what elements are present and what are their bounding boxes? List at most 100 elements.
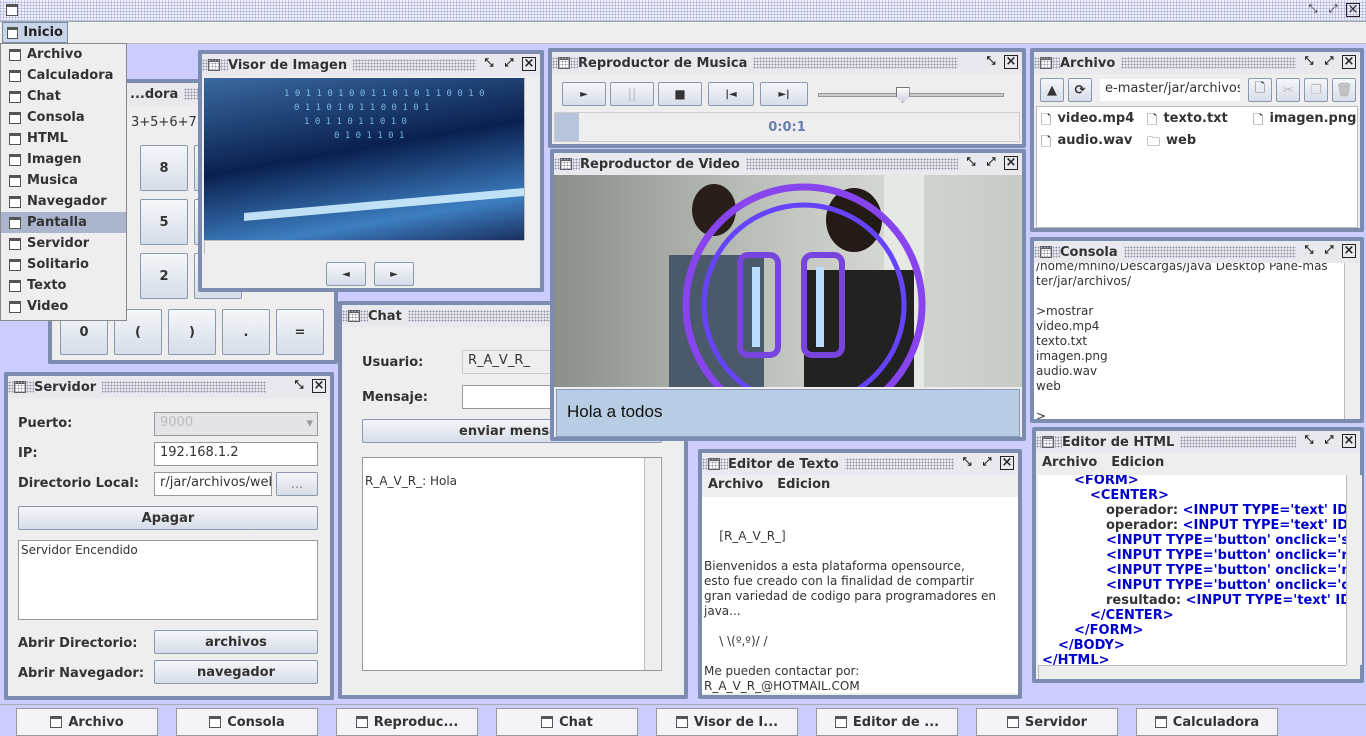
volume-slider[interactable] xyxy=(818,87,1004,103)
folder-up-icon[interactable]: ▲ xyxy=(1040,78,1064,102)
desktop-close-icon[interactable]: × xyxy=(1346,3,1360,17)
chat-log[interactable]: R_A_V_R_: Hola xyxy=(362,457,662,671)
menu-item-solitario[interactable]: Solitario xyxy=(1,254,126,275)
desktop-maximize-icon[interactable]: ⤢ xyxy=(1326,3,1340,17)
volume-thumb[interactable] xyxy=(895,87,910,103)
menu-archivo[interactable]: Archivo xyxy=(1042,455,1097,470)
browse-button[interactable]: ... xyxy=(276,472,318,496)
menu-item-html[interactable]: HTML xyxy=(1,128,126,149)
menu-item-musica[interactable]: Musica xyxy=(1,170,126,191)
dir-field[interactable]: r/jar/archivos/web/ xyxy=(154,472,272,496)
menu-item-archivo[interactable]: Archivo xyxy=(1,44,126,65)
calc-key[interactable]: . xyxy=(222,309,270,355)
console-scrollbar[interactable] xyxy=(1344,263,1360,419)
close-icon[interactable]: × xyxy=(1004,55,1018,69)
menu-item-texto[interactable]: Texto xyxy=(1,275,126,296)
menu-archivo[interactable]: Archivo xyxy=(708,477,763,492)
taskbar-label: Consola xyxy=(227,714,285,730)
console-output[interactable]: /home/mnino/Descargas/Java Desktop Pane-… xyxy=(1034,263,1344,419)
play-button[interactable]: ► xyxy=(562,82,606,106)
stop-button[interactable]: ■ xyxy=(658,82,702,106)
minimize-icon[interactable]: ⤡ xyxy=(964,156,978,170)
menu-item-video[interactable]: Video xyxy=(1,296,126,317)
taskbar-label: Visor de I... xyxy=(693,714,779,730)
file-item[interactable]: 🗀 web xyxy=(1147,133,1196,155)
close-icon[interactable]: × xyxy=(1342,434,1356,448)
maximize-icon[interactable]: ⤢ xyxy=(984,156,998,170)
taskbar-button[interactable]: Editor de ... xyxy=(816,708,958,736)
calc-key[interactable]: 8 xyxy=(140,145,188,191)
copy-icon[interactable]: ❐ xyxy=(1304,78,1328,102)
taskbar-button[interactable]: Visor de I... xyxy=(656,708,798,736)
maximize-icon[interactable]: ⤢ xyxy=(1322,55,1336,69)
close-icon[interactable]: × xyxy=(1342,55,1356,69)
taskbar-button[interactable]: Reproduc... xyxy=(336,708,478,736)
calc-key[interactable]: 5 xyxy=(140,199,188,245)
close-icon[interactable]: × xyxy=(1004,156,1018,170)
delete-icon[interactable]: 🗑 xyxy=(1332,78,1356,102)
taskbar-button[interactable]: Consola xyxy=(176,708,318,736)
taskbar-button[interactable]: Archivo xyxy=(16,708,158,736)
maximize-icon[interactable]: ⤢ xyxy=(502,57,516,71)
minimize-icon[interactable]: ⤡ xyxy=(1302,55,1316,69)
desktop-minimize-icon[interactable]: ⤡ xyxy=(1306,3,1320,17)
minimize-icon[interactable]: ⤡ xyxy=(960,456,974,470)
visor-next-button[interactable]: ► xyxy=(374,262,414,286)
close-icon[interactable]: × xyxy=(312,379,326,393)
maximize-icon[interactable]: ⤢ xyxy=(980,456,994,470)
new-file-icon[interactable]: 🗋 xyxy=(1248,78,1272,102)
minimize-icon[interactable]: ⤡ xyxy=(482,57,496,71)
calc-key[interactable]: ) xyxy=(168,309,216,355)
ip-field[interactable]: 192.168.1.2 xyxy=(154,442,318,466)
menu-edicion[interactable]: Edicion xyxy=(1111,455,1164,470)
visor-horizontal-scrollbar[interactable] xyxy=(204,240,524,254)
next-button[interactable]: ►| xyxy=(760,82,808,106)
menu-item-navegador[interactable]: Navegador xyxy=(1,191,126,212)
apagar-button[interactable]: Apagar xyxy=(18,506,318,530)
cut-icon[interactable]: ✂ xyxy=(1276,78,1300,102)
file-item[interactable]: 🗋 texto.txt xyxy=(1147,111,1228,133)
refresh-icon[interactable]: ⟳ xyxy=(1068,78,1092,102)
file-item[interactable]: 🗋 video.mp4 xyxy=(1041,111,1134,133)
close-icon[interactable]: × xyxy=(522,57,536,71)
file-item[interactable]: 🗋 imagen.png xyxy=(1253,111,1356,133)
chat-scrollbar[interactable] xyxy=(644,458,660,670)
menu-item-calculadora[interactable]: Calculadora xyxy=(1,65,126,86)
menu-item-consola[interactable]: Consola xyxy=(1,107,126,128)
abrir-navegador-button[interactable]: navegador xyxy=(154,660,318,684)
text-area[interactable]: [R_A_V_R_] Bienvenidos a esta plataforma… xyxy=(702,497,1018,693)
file-icon: 🗋 xyxy=(1147,113,1158,128)
menu-item-pantalla[interactable]: Pantalla xyxy=(1,212,126,233)
server-log[interactable]: Servidor Encendido xyxy=(18,540,318,620)
menu-inicio[interactable]: Inicio xyxy=(2,22,68,43)
video-canvas xyxy=(554,175,1022,387)
minimize-icon[interactable]: ⤡ xyxy=(292,379,306,393)
html-horizontal-scrollbar[interactable] xyxy=(1038,665,1346,679)
calc-key[interactable]: 2 xyxy=(140,253,188,299)
html-vertical-scrollbar[interactable] xyxy=(1346,475,1362,665)
taskbar-button[interactable]: Calculadora xyxy=(1136,708,1278,736)
visor-prev-button[interactable]: ◄ xyxy=(326,262,366,286)
menu-item-servidor[interactable]: Servidor xyxy=(1,233,126,254)
puerto-select[interactable]: 9000 ▾ xyxy=(154,412,318,436)
menu-item-imagen[interactable]: Imagen xyxy=(1,149,126,170)
menu-edicion[interactable]: Edicion xyxy=(777,477,830,492)
close-icon[interactable]: × xyxy=(1342,244,1356,258)
visor-vertical-scrollbar[interactable] xyxy=(524,78,540,240)
taskbar-button[interactable]: Servidor xyxy=(976,708,1118,736)
html-code-area[interactable]: <FORM> <CENTER> operador: <INPUT TYPE='tex… xyxy=(1038,475,1346,665)
calc-key[interactable]: = xyxy=(276,309,324,355)
path-field[interactable]: e-master/jar/archivos xyxy=(1100,79,1240,101)
minimize-icon[interactable]: ⤡ xyxy=(984,55,998,69)
pause-button[interactable]: || xyxy=(610,82,654,106)
file-item[interactable]: 🗋 audio.wav xyxy=(1041,133,1132,155)
menu-item-chat[interactable]: Chat xyxy=(1,86,126,107)
close-icon[interactable]: × xyxy=(1000,456,1014,470)
previous-button[interactable]: |◄ xyxy=(708,82,754,106)
maximize-icon[interactable]: ⤢ xyxy=(1322,244,1336,258)
taskbar-button[interactable]: Chat xyxy=(496,708,638,736)
minimize-icon[interactable]: ⤡ xyxy=(1302,244,1316,258)
abrir-directorio-button[interactable]: archivos xyxy=(154,630,318,654)
minimize-icon[interactable]: ⤡ xyxy=(1302,434,1316,448)
maximize-icon[interactable]: ⤢ xyxy=(1322,434,1336,448)
